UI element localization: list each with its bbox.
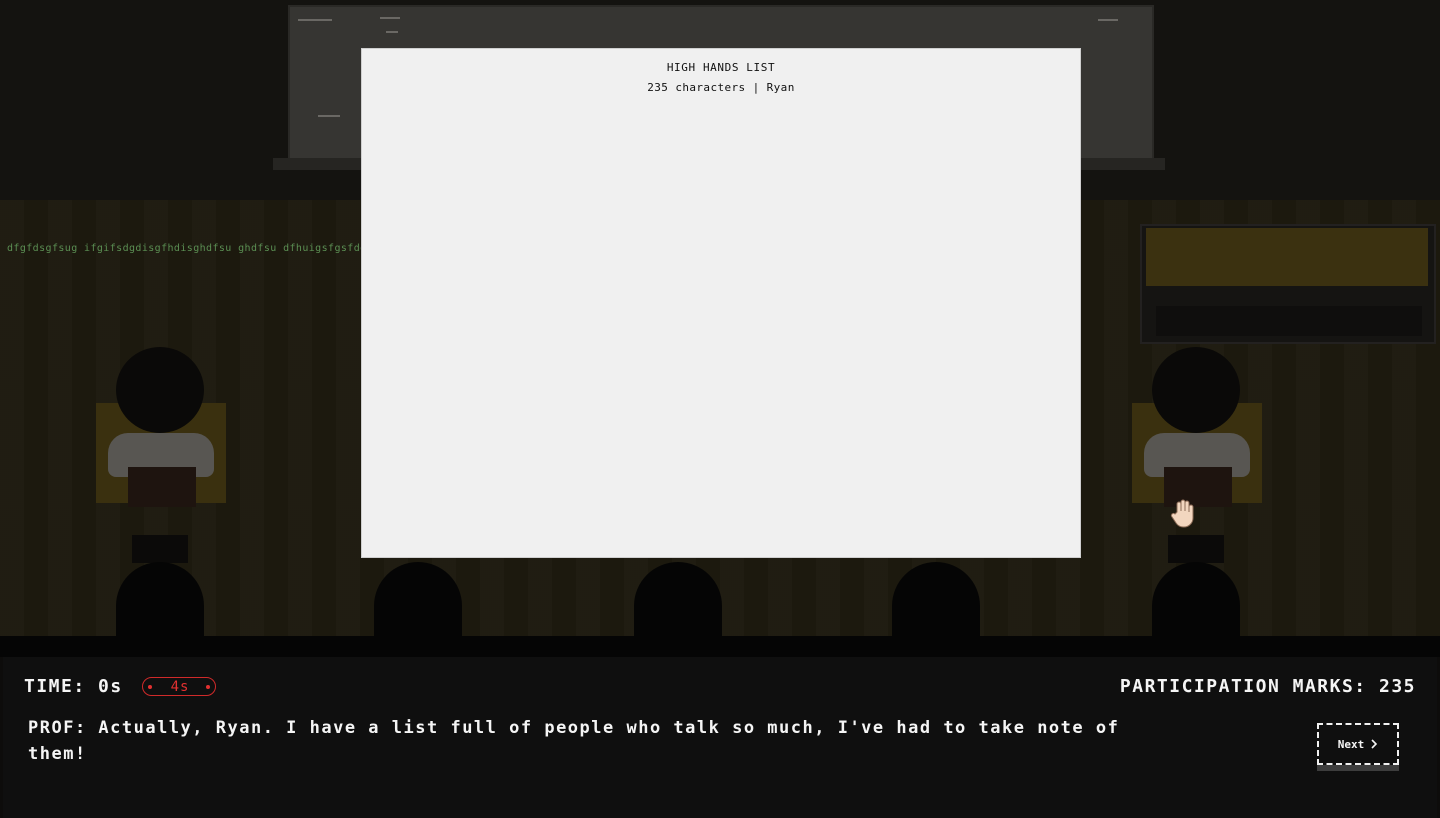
board-scribble xyxy=(298,19,332,21)
next-button-shadow xyxy=(1317,765,1399,771)
modal-title: HIGH HANDS LIST xyxy=(666,61,776,74)
chevron-right-icon xyxy=(1371,739,1378,749)
student-right xyxy=(1126,345,1268,565)
raised-hand-icon[interactable] xyxy=(1168,498,1200,530)
student-head xyxy=(116,347,204,433)
dialogue-text: PROF: Actually, Ryan. I have a list full… xyxy=(28,718,1120,764)
board-scribble xyxy=(386,31,398,33)
hud-divider xyxy=(0,636,1440,657)
timer-dot xyxy=(206,685,210,689)
participation-marks: PARTICIPATION MARKS: 235 xyxy=(1119,676,1416,697)
board-scribble xyxy=(318,115,340,117)
prof-desk-top xyxy=(1146,228,1428,286)
chat-stream-text: dfgfdsgfsug ifgifsdgdisgfhdisghdfsu ghdf… xyxy=(7,243,380,254)
prof-desk-front xyxy=(1156,306,1422,336)
board-scribble xyxy=(1098,19,1118,21)
student-head xyxy=(1152,347,1240,433)
timer-badge: 4s xyxy=(142,677,216,696)
high-hands-list-modal: HIGH HANDS LIST 235 characters | Ryan xyxy=(361,48,1081,558)
next-label: Next xyxy=(1337,737,1365,751)
board-scribble xyxy=(380,17,400,19)
student-left xyxy=(90,345,232,565)
next-button[interactable]: Next xyxy=(1317,723,1399,765)
student-legs xyxy=(132,535,188,563)
student-backpack xyxy=(128,467,196,507)
student-legs xyxy=(1168,535,1224,563)
time-label: TIME: 0s xyxy=(24,676,123,697)
modal-subtitle: 235 characters | Ryan xyxy=(647,81,795,94)
